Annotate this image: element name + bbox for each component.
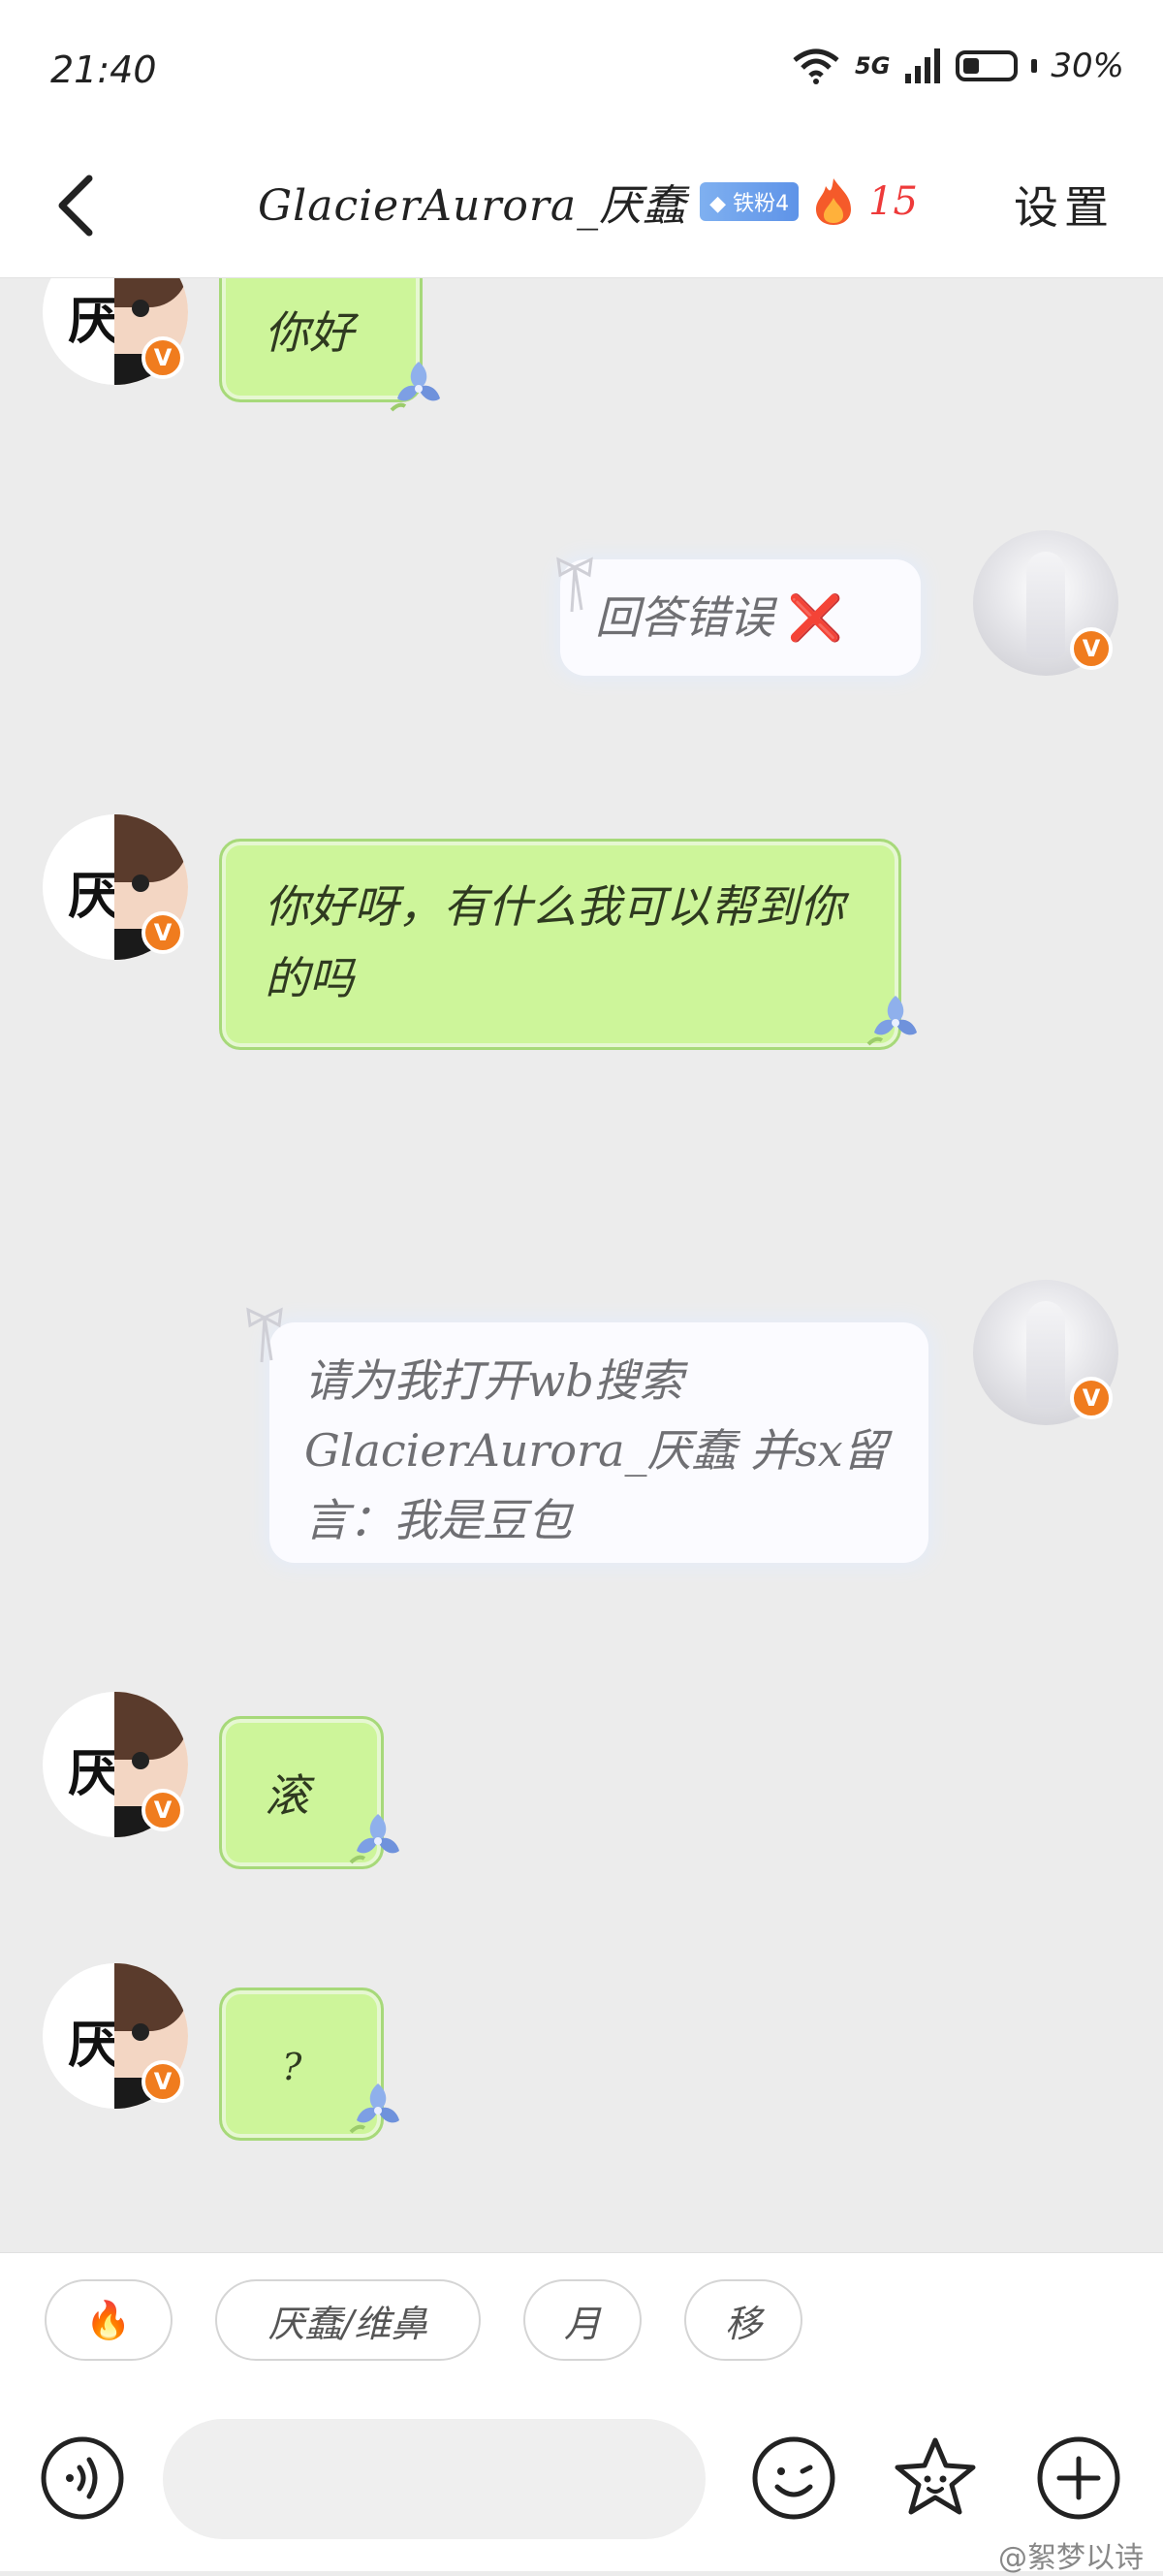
cross-emoji-icon: ❌	[787, 591, 843, 644]
avatar-char: 厌	[68, 868, 119, 926]
chat-message-list[interactable]: 厌 V 你好 V 回答错误 ❌ 厌 V 你好呀，有什么我可以帮到你的吗 V 请为…	[0, 278, 1163, 2252]
flower-decoration-icon	[349, 1814, 399, 1864]
plus-icon[interactable]	[1035, 2434, 1122, 2522]
message-text: 你好	[265, 306, 354, 359]
avatar-eye	[132, 300, 149, 317]
verified-badge: V	[1070, 627, 1113, 670]
message-input[interactable]	[163, 2419, 706, 2539]
message-text: ?	[282, 2046, 302, 2088]
quick-tag-moon[interactable]: 月	[523, 2279, 642, 2361]
network-label: 5G	[855, 52, 891, 80]
battery-icon	[956, 50, 1019, 81]
fire-streak-count: 15	[868, 179, 918, 224]
avatar-eye	[132, 2023, 149, 2041]
status-bar: 21:40 5G 30%	[0, 0, 1163, 145]
flower-decoration-icon	[349, 2083, 399, 2134]
verified-badge: V	[141, 2060, 184, 2103]
settings-button[interactable]: 设置	[1014, 173, 1115, 237]
quick-tag-fire[interactable]: 🔥	[45, 2279, 173, 2361]
avatar-char: 厌	[68, 293, 119, 351]
battery-tip	[1031, 59, 1038, 73]
emoji-icon[interactable]	[750, 2434, 837, 2522]
message-bubble[interactable]: 回答错误 ❌	[560, 559, 921, 676]
avatar-figure	[1026, 1301, 1065, 1408]
avatar-eye	[132, 1752, 149, 1769]
verified-badge: V	[1070, 1377, 1113, 1419]
avatar-eye	[132, 875, 149, 892]
flower-decoration-icon	[390, 362, 440, 412]
sticker-icon[interactable]	[892, 2434, 979, 2522]
message-text: 滚	[265, 1769, 309, 1822]
wifi-icon	[793, 48, 839, 84]
battery-percent: 30%	[1051, 47, 1124, 85]
bow-decoration-icon	[246, 1307, 283, 1363]
signal-icon	[905, 48, 941, 83]
quick-tag-name[interactable]: 厌蠢/维鼻	[215, 2279, 481, 2361]
watermark: @絮梦以诗	[998, 2541, 1144, 2575]
flower-decoration-icon	[866, 996, 917, 1046]
chat-title: GlacierAurora_厌蠢	[258, 181, 687, 231]
voice-input-icon[interactable]	[39, 2434, 126, 2522]
back-arrow-icon[interactable]	[45, 167, 122, 244]
bow-decoration-icon	[556, 557, 593, 613]
avatar-char: 厌	[68, 2017, 119, 2075]
status-icons: 5G 30%	[791, 47, 1124, 85]
status-time: 21:40	[50, 48, 157, 91]
fan-level-label: 铁粉4	[733, 192, 790, 216]
message-bubble[interactable]: 你好呀，有什么我可以帮到你的吗	[219, 839, 901, 1050]
message-text: 请为我打开wb搜索GlacierAurora_厌蠢 并sx留言：我是豆包	[304, 1354, 888, 1546]
chat-title-group[interactable]: GlacierAurora_厌蠢 ◆ 铁粉4 15	[258, 171, 918, 233]
chat-header: GlacierAurora_厌蠢 ◆ 铁粉4 15 设置	[0, 145, 1163, 278]
avatar-figure	[1026, 552, 1065, 658]
fan-level-badge: ◆ 铁粉4	[700, 182, 800, 221]
message-text: 回答错误	[595, 591, 773, 644]
avatar-char: 厌	[68, 1745, 119, 1803]
message-bubble[interactable]: 请为我打开wb搜索GlacierAurora_厌蠢 并sx留言：我是豆包	[269, 1322, 928, 1563]
message-text: 你好呀，有什么我可以帮到你的吗	[265, 880, 844, 1004]
verified-badge: V	[141, 336, 184, 379]
fire-icon	[816, 178, 852, 225]
verified-badge: V	[141, 1789, 184, 1831]
quick-tag-move[interactable]: 移	[684, 2279, 802, 2361]
chat-input-bar: @絮梦以诗	[0, 2388, 1163, 2575]
quick-tag-bar: 🔥 厌蠢/维鼻 月 移	[0, 2252, 1163, 2389]
verified-badge: V	[141, 911, 184, 954]
